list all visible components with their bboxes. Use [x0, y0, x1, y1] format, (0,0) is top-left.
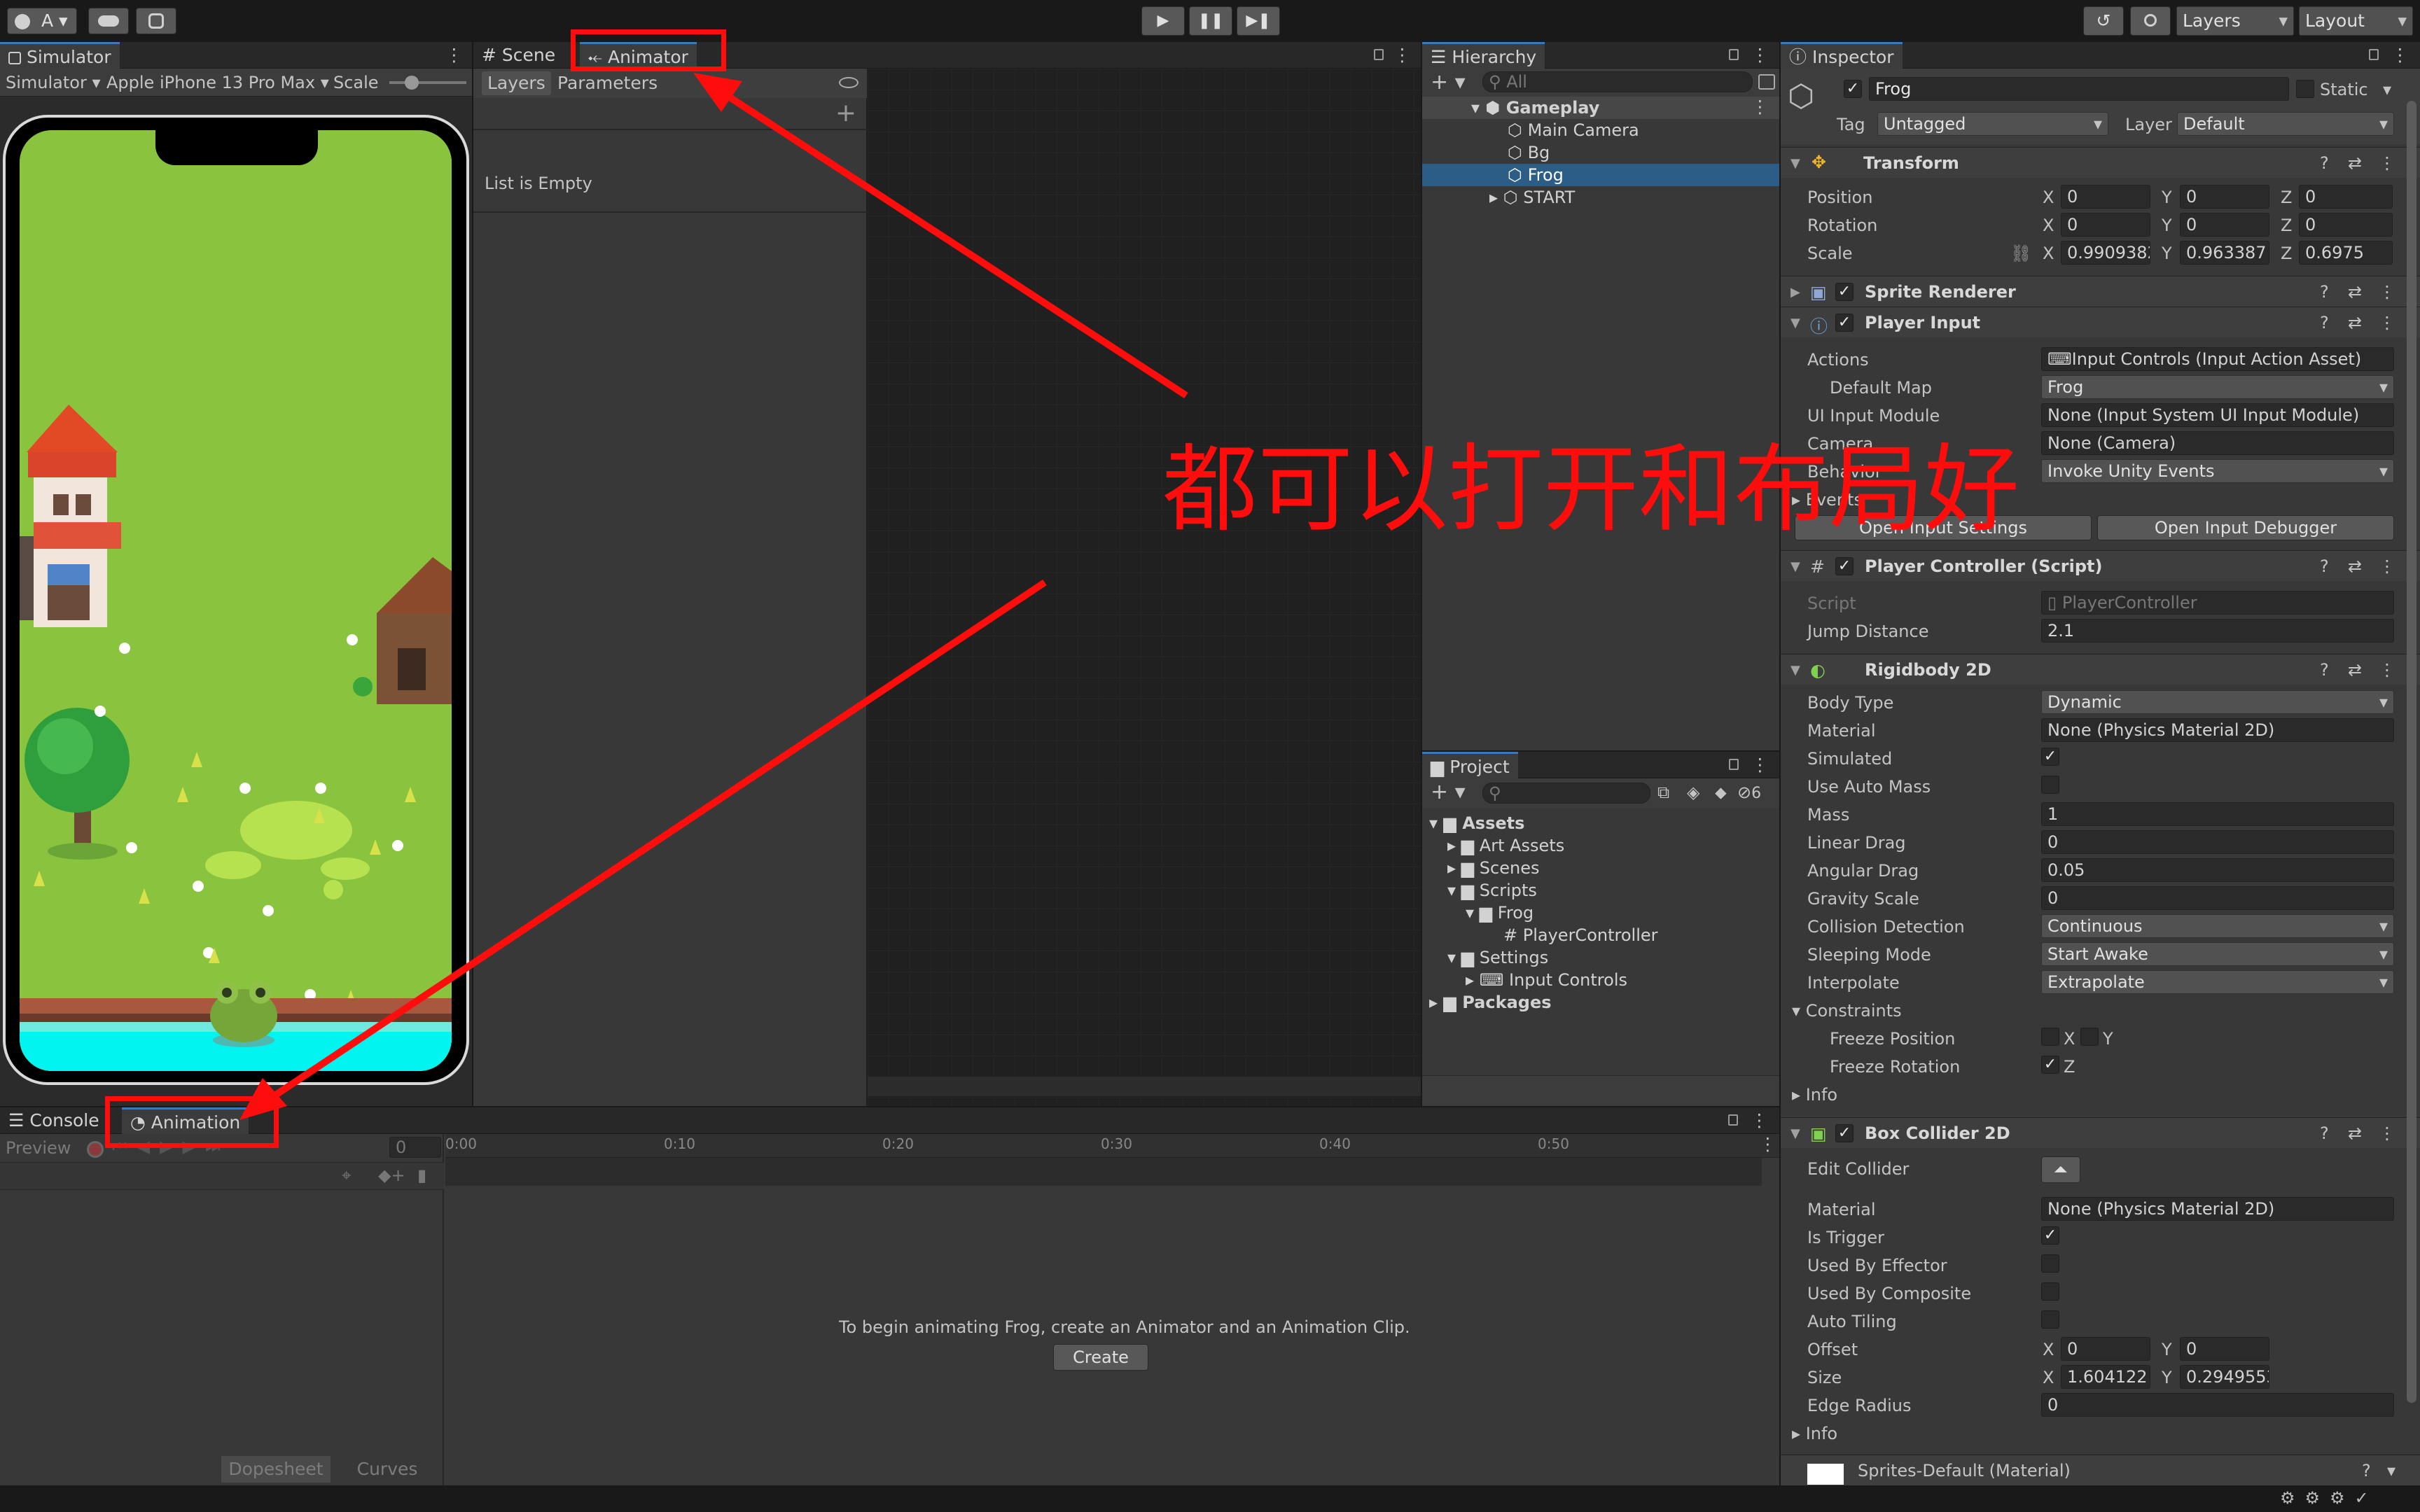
- annotation-arrows: [239, 73, 1188, 1120]
- annotation-arrowhead-animation: [239, 1078, 287, 1120]
- annotation-arrowhead-animator: [693, 73, 742, 112]
- annotation-text: 都可以打开和布局好: [1162, 435, 2019, 545]
- annotation-arrow-to-animator: [705, 79, 1188, 399]
- annotation-arrow-to-animation: [253, 579, 1047, 1112]
